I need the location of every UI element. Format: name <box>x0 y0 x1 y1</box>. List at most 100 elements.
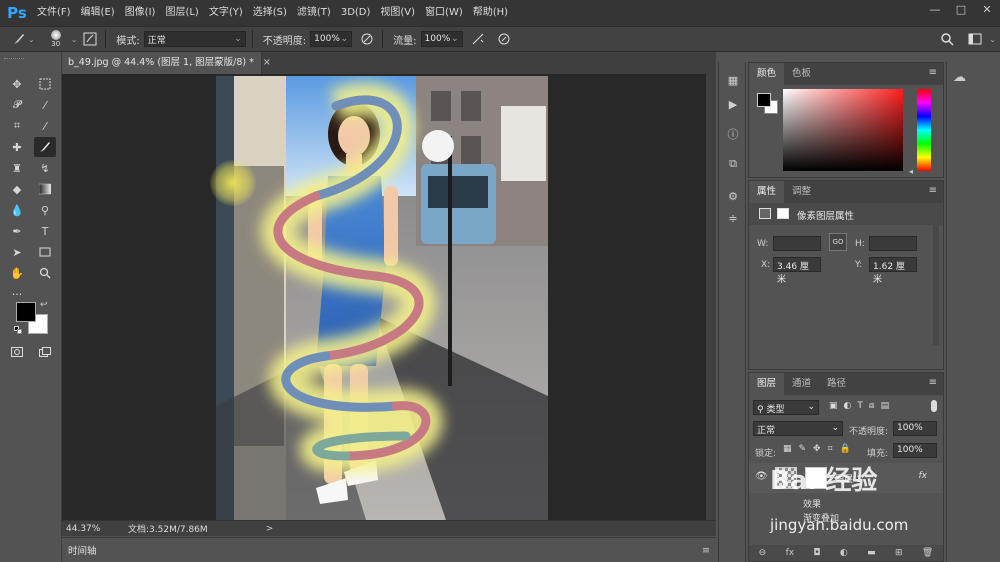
brush-panel-toggle-icon[interactable] <box>81 30 99 48</box>
eyedropper-tool-icon[interactable]: ⁄ <box>34 116 56 136</box>
close-button[interactable]: ✕ <box>974 0 1000 22</box>
timeline-tab[interactable]: 时间轴 <box>62 543 97 557</box>
dodge-tool-icon[interactable]: ⚲ <box>34 200 56 220</box>
status-menu-arrow[interactable]: > <box>266 524 274 534</box>
layer-opacity-field[interactable]: 100% <box>893 421 937 436</box>
airbrush-icon[interactable] <box>469 30 487 48</box>
tab-swatches[interactable]: 色板 <box>784 63 819 85</box>
menu-file[interactable]: 文件(F) <box>32 0 76 26</box>
stamp-tool-icon[interactable]: ♜ <box>6 158 28 178</box>
zoom-tool-icon[interactable] <box>34 263 56 283</box>
menu-help[interactable]: 帮助(H) <box>468 0 513 26</box>
vertical-scrollbar[interactable] <box>706 74 716 520</box>
color-foreground-swatch[interactable] <box>757 93 771 107</box>
width-field[interactable] <box>773 236 821 251</box>
tab-layers[interactable]: 图层 <box>749 373 785 395</box>
panel-menu-icon[interactable]: ≡ <box>929 185 937 196</box>
trash-icon[interactable]: 🗑 <box>922 548 933 558</box>
brush-preset-picker[interactable]: 30 <box>45 30 67 48</box>
more-tools-icon[interactable]: ··· <box>6 284 28 304</box>
chevron-down-icon[interactable]: ⌄ <box>71 35 78 44</box>
tab-properties[interactable]: 属性 <box>749 181 785 203</box>
add-mask-icon[interactable]: ◘ <box>813 548 820 558</box>
x-position-field[interactable]: 3.46 厘米 <box>773 257 821 285</box>
link-layers-icon[interactable]: ⊖ <box>759 548 767 558</box>
layer-filter-select[interactable]: ⚲ 类型 ⌄ <box>753 400 819 415</box>
tab-adjustments[interactable]: 调整 <box>784 181 819 203</box>
shape-tool-icon[interactable] <box>34 242 56 262</box>
type-tool-icon[interactable]: T <box>34 221 56 241</box>
brush-tool-icon[interactable] <box>34 137 56 157</box>
quick-mask-icon[interactable] <box>6 342 28 362</box>
pressure-opacity-icon[interactable] <box>358 30 376 48</box>
zoom-level[interactable]: 44.37% <box>62 524 124 534</box>
chevron-down-icon[interactable]: ⌄ <box>28 35 35 44</box>
filter-toggle[interactable] <box>931 400 937 412</box>
panel-menu-icon[interactable]: ≡ <box>702 545 710 556</box>
tab-color[interactable]: 颜色 <box>749 63 785 85</box>
toolbox-grip[interactable] <box>4 58 24 60</box>
menu-window[interactable]: 窗口(W) <box>420 0 468 26</box>
blur-tool-icon[interactable]: 💧 <box>6 200 28 220</box>
search-icon[interactable] <box>938 30 956 48</box>
height-field[interactable] <box>869 236 917 251</box>
hue-slider[interactable] <box>917 89 931 171</box>
lasso-tool-icon[interactable]: 𝓟 <box>6 95 28 115</box>
canvas-area[interactable] <box>62 74 706 520</box>
paragraph-icon[interactable]: ⧉ <box>723 154 743 174</box>
move-tool-icon[interactable]: ✥ <box>6 74 28 94</box>
link-dimensions-button[interactable]: GO <box>829 233 847 251</box>
visibility-eye-icon[interactable]: 👁 <box>755 471 768 482</box>
info-icon[interactable]: ⓘ <box>723 124 743 144</box>
brush-tool-icon[interactable] <box>10 30 28 48</box>
restore-button[interactable]: □ <box>948 0 974 22</box>
panel-menu-icon[interactable]: ≡ <box>929 67 937 78</box>
new-layer-icon[interactable]: ⊞ <box>895 548 903 558</box>
menu-layer[interactable]: 图层(L) <box>160 0 203 26</box>
menu-type[interactable]: 文字(Y) <box>204 0 248 26</box>
workspace-icon[interactable] <box>966 30 984 48</box>
menu-image[interactable]: 图像(I) <box>120 0 161 26</box>
menu-edit[interactable]: 编辑(E) <box>76 0 120 26</box>
menu-3d[interactable]: 3D(D) <box>336 0 376 26</box>
opacity-input[interactable]: 100% ⌄ <box>310 31 353 47</box>
history-icon[interactable]: ▦ <box>723 70 743 90</box>
gradient-tool-icon[interactable] <box>34 179 56 199</box>
fx-icon[interactable]: fx <box>786 548 795 558</box>
group-folder-icon[interactable]: ▬ <box>867 548 876 558</box>
actions-play-icon[interactable]: ▶ <box>723 94 743 114</box>
menu-filter[interactable]: 滤镜(T) <box>292 0 336 26</box>
color-field[interactable] <box>783 89 903 171</box>
hand-tool-icon[interactable]: ✋ <box>6 263 28 283</box>
marquee-tool-icon[interactable] <box>34 74 56 94</box>
flow-input[interactable]: 100% ⌄ <box>420 31 463 47</box>
fill-field[interactable]: 100% <box>893 443 937 458</box>
chevron-down-icon[interactable]: ⌄ <box>989 35 996 44</box>
sliders-icon[interactable]: ≑ <box>723 208 743 228</box>
layer-filter-icons[interactable]: ▣◐T⧈▤ <box>829 401 895 411</box>
eraser-tool-icon[interactable]: ◆ <box>6 179 28 199</box>
pressure-size-icon[interactable] <box>495 30 513 48</box>
default-colors-icon[interactable] <box>14 326 22 334</box>
close-tab-icon[interactable]: × <box>263 57 271 68</box>
healing-brush-tool-icon[interactable]: ✚ <box>6 137 28 157</box>
lock-icons[interactable]: ▦✎✥⌗🔒 <box>783 444 858 454</box>
history-brush-tool-icon[interactable]: ↯ <box>34 158 56 178</box>
screen-mode-icon[interactable] <box>34 342 56 362</box>
creative-cloud-icon[interactable]: ☁ <box>953 70 979 90</box>
brush-settings-icon[interactable]: ⚙ <box>723 186 743 206</box>
tab-channels[interactable]: 通道 <box>784 373 819 395</box>
foreground-color-swatch[interactable] <box>16 302 36 322</box>
magic-wand-tool-icon[interactable]: ⁄ <box>34 95 56 115</box>
crop-tool-icon[interactable]: ⌗ <box>6 116 28 136</box>
swap-colors-icon[interactable]: ↩ <box>40 300 48 310</box>
minimize-button[interactable]: — <box>922 0 948 22</box>
blend-mode-select[interactable]: 正常 ⌄ <box>753 421 843 436</box>
path-selection-tool-icon[interactable]: ➤ <box>6 242 28 262</box>
tab-paths[interactable]: 路径 <box>819 373 854 395</box>
document-tab[interactable]: b_49.jpg @ 44.4% (图层 1, 图层蒙版/8) * × <box>62 52 271 74</box>
properties-scrollbar[interactable] <box>933 225 939 345</box>
menu-view[interactable]: 视图(V) <box>375 0 420 26</box>
document-image[interactable] <box>216 76 548 520</box>
y-position-field[interactable]: 1.62 厘米 <box>869 257 917 285</box>
